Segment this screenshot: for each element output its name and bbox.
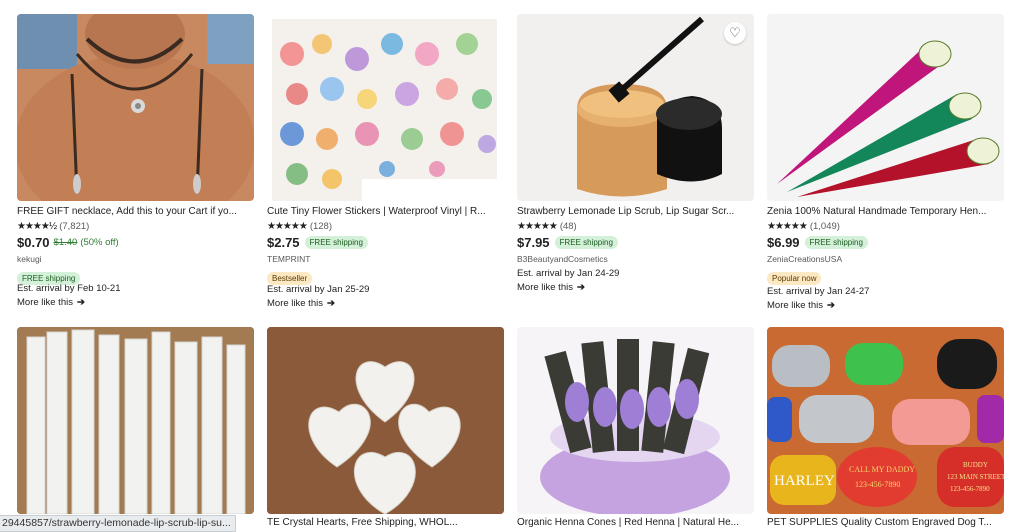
dog-tag-text: 123-456-7890 bbox=[950, 485, 990, 493]
stars-icon: ★★★★★ bbox=[517, 221, 558, 232]
product-card[interactable]: ♡ Strawberry Lemonade Lip Scrub, Lip Sug… bbox=[517, 14, 754, 314]
product-rating: ★★★★½ (7,821) bbox=[17, 221, 89, 232]
discount-label: (50% off) bbox=[80, 237, 119, 248]
product-image-selenite-sticks[interactable] bbox=[17, 327, 254, 514]
more-like-this-link[interactable]: More like this ➔ bbox=[17, 297, 85, 308]
product-price: $2.75 bbox=[267, 235, 300, 250]
shop-name[interactable]: kekugi bbox=[17, 254, 42, 264]
stars-icon: ★★★★★ bbox=[767, 221, 808, 232]
more-like-this-link[interactable]: More like this ➔ bbox=[517, 282, 585, 293]
product-card[interactable]: FREE GIFT necklace, Add this to your Car… bbox=[17, 14, 254, 314]
product-price: $0.70 bbox=[17, 235, 50, 250]
product-title[interactable]: PET SUPPLIES Quality Custom Engraved Dog… bbox=[767, 517, 1004, 528]
arrival-estimate: Est. arrival by Jan 25-29 bbox=[267, 284, 370, 295]
stars-icon: ★★★★★ bbox=[267, 221, 308, 232]
product-price: $6.99 bbox=[767, 235, 800, 250]
more-like-this-link[interactable]: More like this ➔ bbox=[767, 300, 835, 311]
status-bar-url: 29445857/strawberry-lemonade-lip-scrub-l… bbox=[0, 515, 236, 532]
popular-now-badge: Popular now bbox=[767, 268, 822, 286]
product-card[interactable]: Zenia 100% Natural Handmade Temporary He… bbox=[767, 14, 1004, 314]
dog-tag-text: HARLEY bbox=[774, 473, 835, 489]
review-count: (7,821) bbox=[59, 221, 90, 232]
review-count: (1,049) bbox=[809, 221, 840, 232]
shop-name[interactable]: TEMPRINT bbox=[267, 254, 310, 264]
heart-icon: ♡ bbox=[729, 25, 741, 40]
price-row: $0.70 $1.40 (50% off) bbox=[17, 235, 119, 250]
product-title[interactable]: Zenia 100% Natural Handmade Temporary He… bbox=[767, 206, 1004, 217]
price-row: $6.99 FREE shipping bbox=[767, 235, 868, 250]
favorite-heart-button[interactable]: ♡ bbox=[724, 22, 746, 44]
shop-name[interactable]: ZeniaCreationsUSA bbox=[767, 254, 842, 264]
original-price: $1.40 bbox=[53, 237, 78, 248]
product-image-dog-tags[interactable]: HARLEY CALL MY DADDY 123-456-7890 BUDDY … bbox=[767, 327, 1004, 514]
product-card[interactable] bbox=[267, 327, 504, 532]
product-title[interactable]: Cute Tiny Flower Stickers | Waterproof V… bbox=[267, 206, 504, 217]
dog-tag-text: 123-456-7890 bbox=[855, 480, 900, 489]
review-count: (48) bbox=[559, 221, 577, 232]
arrival-estimate: Est. arrival by Feb 10-21 bbox=[17, 283, 121, 294]
review-count: (128) bbox=[309, 221, 333, 232]
product-card[interactable]: Cute Tiny Flower Stickers | Waterproof V… bbox=[267, 14, 504, 314]
arrival-estimate: Est. arrival by Jan 24-27 bbox=[767, 286, 870, 297]
product-price: $7.95 bbox=[517, 235, 550, 250]
free-shipping-badge: FREE shipping bbox=[804, 236, 868, 249]
arrival-estimate: Est. arrival by Jan 24-29 bbox=[517, 268, 620, 279]
product-image-henna[interactable] bbox=[767, 14, 1004, 201]
product-card[interactable] bbox=[17, 327, 254, 532]
product-card[interactable] bbox=[517, 327, 754, 532]
product-card[interactable]: HARLEY CALL MY DADDY 123-456-7890 BUDDY … bbox=[767, 327, 1004, 532]
price-row: $7.95 FREE shipping bbox=[517, 235, 618, 250]
product-title[interactable]: Organic Henna Cones | Red Henna | Natura… bbox=[517, 517, 754, 528]
stars-icon: ★★★★½ bbox=[17, 221, 57, 232]
dog-tag-text: BUDDY bbox=[963, 461, 988, 469]
product-image-lip-scrub[interactable]: ♡ bbox=[517, 14, 754, 201]
product-image-stickers[interactable] bbox=[267, 14, 504, 201]
free-shipping-badge: FREE shipping bbox=[304, 236, 368, 249]
product-rating: ★★★★★ (128) bbox=[267, 221, 332, 232]
product-image-crystal-hearts[interactable] bbox=[267, 327, 504, 514]
arrow-right-icon: ➔ bbox=[826, 300, 835, 311]
more-like-this-link[interactable]: More like this ➔ bbox=[267, 298, 335, 309]
product-title[interactable]: FREE GIFT necklace, Add this to your Car… bbox=[17, 206, 254, 217]
product-image-henna-cones[interactable] bbox=[517, 327, 754, 514]
dog-tag-text: CALL MY DADDY bbox=[849, 465, 915, 474]
arrow-right-icon: ➔ bbox=[76, 297, 85, 308]
price-row: $2.75 FREE shipping bbox=[267, 235, 368, 250]
arrow-right-icon: ➔ bbox=[326, 298, 335, 309]
product-title[interactable]: TE Crystal Hearts, Free Shipping, WHOL..… bbox=[267, 517, 504, 528]
shop-name[interactable]: B3BeautyandCosmetics bbox=[517, 254, 608, 264]
arrow-right-icon: ➔ bbox=[576, 282, 585, 293]
free-shipping-badge: FREE shipping bbox=[554, 236, 618, 249]
product-rating: ★★★★★ (48) bbox=[517, 221, 577, 232]
product-title[interactable]: Strawberry Lemonade Lip Scrub, Lip Sugar… bbox=[517, 206, 754, 217]
product-image-necklace[interactable] bbox=[17, 14, 254, 201]
product-rating: ★★★★★ (1,049) bbox=[767, 221, 840, 232]
dog-tag-text: 123 MAIN STREET bbox=[947, 473, 1004, 481]
